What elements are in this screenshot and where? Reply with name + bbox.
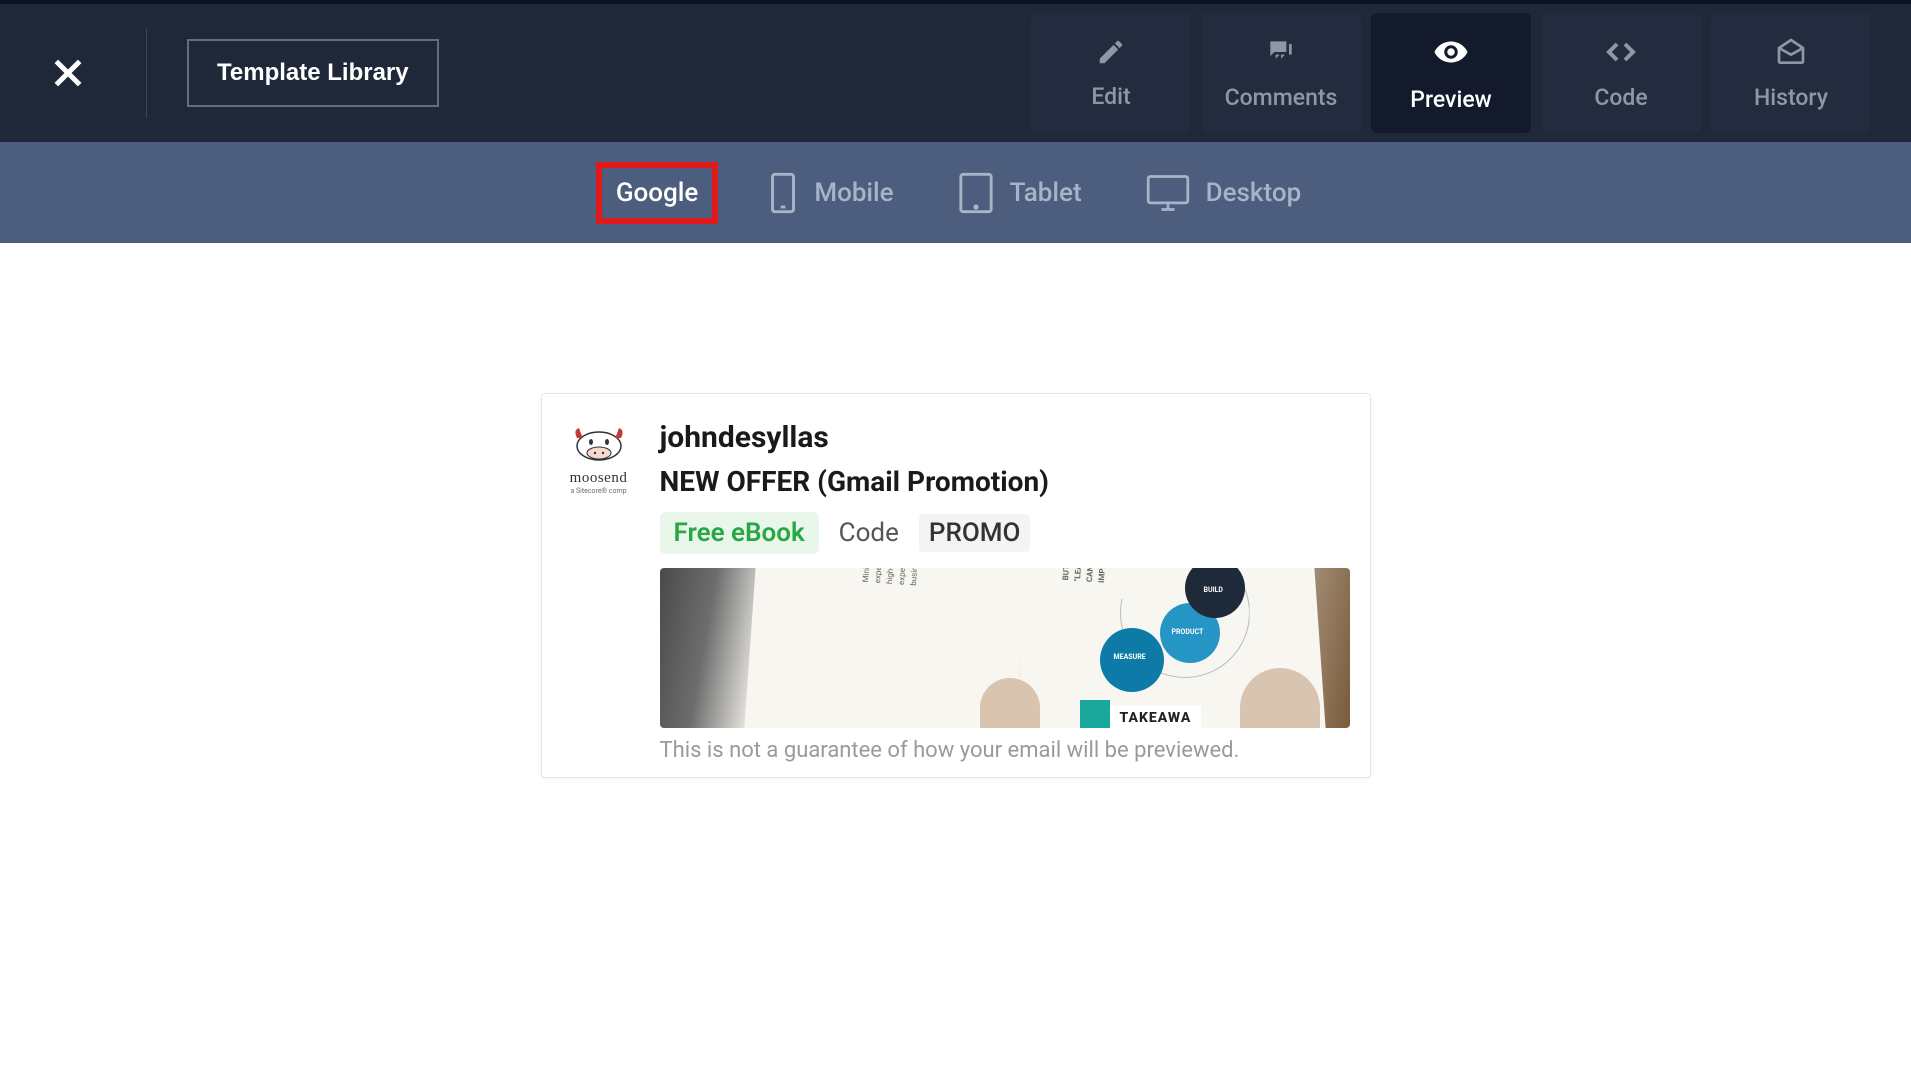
device-tablet[interactable]: Tablet bbox=[944, 162, 1096, 224]
hero-circle-product: PRODUCT bbox=[1172, 628, 1204, 636]
device-label: Tablet bbox=[1010, 178, 1082, 208]
preview-device-bar: Google Mobile Tablet Desktop bbox=[0, 142, 1911, 243]
tab-comments[interactable]: Comments bbox=[1201, 13, 1361, 133]
brand-name: moosend bbox=[562, 470, 636, 487]
promo-code-value: PROMO bbox=[919, 514, 1031, 552]
hero-takeaway: TAKEAWA bbox=[1110, 706, 1202, 728]
tab-label: Edit bbox=[1091, 83, 1130, 110]
tab-label: Comments bbox=[1225, 84, 1338, 111]
device-google[interactable]: Google bbox=[596, 162, 719, 224]
code-icon bbox=[1605, 36, 1637, 68]
promo-code-label: Code bbox=[839, 518, 899, 548]
tab-code[interactable]: Code bbox=[1541, 13, 1701, 133]
email-subject: NEW OFFER (Gmail Promotion) bbox=[660, 465, 1350, 498]
header-tabs: Edit Comments Preview Code History bbox=[1031, 13, 1871, 133]
desktop-icon bbox=[1146, 174, 1190, 212]
template-library-button[interactable]: Template Library bbox=[187, 39, 439, 107]
close-icon bbox=[48, 53, 88, 93]
brand-subtitle: a Sitecore® comp bbox=[562, 487, 636, 495]
preview-canvas: moosend a Sitecore® comp johndesyllas NE… bbox=[0, 243, 1911, 778]
offer-badge: Free eBook bbox=[660, 512, 819, 554]
tab-edit[interactable]: Edit bbox=[1031, 13, 1191, 133]
hero-circle-measure: MEASURE bbox=[1114, 653, 1146, 661]
email-hero-image: Minimum Desirable Product simplest exper… bbox=[660, 568, 1350, 728]
header-divider bbox=[146, 28, 147, 118]
eye-icon bbox=[1433, 34, 1469, 70]
device-label: Mobile bbox=[814, 178, 893, 208]
cow-icon bbox=[571, 420, 627, 462]
close-button[interactable] bbox=[40, 45, 96, 101]
hero-circle-build: BUILD bbox=[1204, 586, 1223, 594]
pencil-icon bbox=[1096, 37, 1126, 67]
brand-logo: moosend a Sitecore® comp bbox=[562, 420, 636, 763]
tab-label: History bbox=[1754, 84, 1828, 111]
tab-history[interactable]: History bbox=[1711, 13, 1871, 133]
device-label: Desktop bbox=[1206, 178, 1302, 208]
tab-preview[interactable]: Preview bbox=[1371, 13, 1531, 133]
comments-icon bbox=[1265, 36, 1297, 68]
preview-disclaimer: This is not a guarantee of how your emai… bbox=[660, 738, 1350, 763]
email-badges: Free eBook Code PROMO bbox=[660, 512, 1350, 554]
tablet-icon bbox=[958, 172, 994, 214]
email-preview-card: moosend a Sitecore® comp johndesyllas NE… bbox=[541, 393, 1371, 778]
email-sender: johndesyllas bbox=[660, 420, 1350, 455]
tab-label: Code bbox=[1594, 84, 1647, 111]
mobile-icon bbox=[768, 172, 798, 214]
device-desktop[interactable]: Desktop bbox=[1132, 164, 1316, 222]
tab-label: Preview bbox=[1410, 86, 1491, 113]
device-mobile[interactable]: Mobile bbox=[754, 162, 907, 224]
device-label: Google bbox=[616, 178, 699, 208]
app-header: Template Library Edit Comments Preview C… bbox=[0, 0, 1911, 142]
envelope-open-icon bbox=[1775, 36, 1807, 68]
